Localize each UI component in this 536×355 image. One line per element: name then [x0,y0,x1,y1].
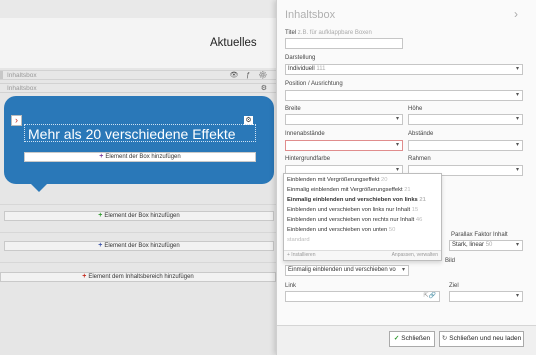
bar-label: Inhaltsbox [7,72,37,79]
panel-footer: ✓ Schließen ↻ Schließen und neu laden [277,325,536,355]
page-heading: Aktuelles [210,37,257,49]
check-icon: ✓ [393,335,400,342]
plus-icon: + [98,212,103,219]
parallax-select[interactable]: Stark, linear 50 ▾ [449,240,523,251]
chevron-down-icon: ▾ [515,167,519,173]
close-reload-button[interactable]: ↻ Schließen und neu laden [439,331,524,347]
panel-title: Inhaltsbox [285,9,336,21]
list-item[interactable]: Einmalig einblenden mit Vergrößerungseff… [287,187,411,193]
hintergrundfarbe-label: Hintergrundfarbe [285,156,331,162]
bar-action-icons[interactable]: 👁 ƒ ⚙ [229,71,270,79]
chevron-down-icon: ▾ [395,116,399,122]
add-box-element-button[interactable]: + Element der Box hinzufügen [4,241,274,251]
chevron-down-icon: ▾ [515,293,519,299]
add-content-element-button[interactable]: + Element dem Inhaltsbereich hinzufügen [0,272,276,282]
hoehe-select[interactable]: ▾ [408,114,523,125]
plus-icon: + [82,273,87,280]
abstaende-label: Abstände [408,131,434,137]
adjust-link[interactable]: Anpassen, verwalten [392,251,438,260]
position-label: Position / Ausrichtung [285,81,343,87]
abstaende-select[interactable]: ▾ [408,140,523,151]
bar-marker [0,71,3,79]
divider [0,262,276,263]
rahmen-label: Rahmen [408,156,431,162]
parallax-label: Parallax Faktor Inhalt [451,232,508,238]
hoehe-label: Höhe [408,106,423,112]
divider [0,204,276,205]
add-box-element-button[interactable]: + Element der Box hinzufügen [4,211,274,221]
chevron-down-icon: ▾ [515,242,519,248]
list-item[interactable]: Einblenden mit Vergrößerungseffekt 20 [287,177,387,183]
close-button[interactable]: ✓ Schließen [389,331,435,347]
content-box-arrow [30,183,48,192]
chevron-right-icon[interactable]: › [11,115,22,126]
darstellung-select[interactable]: Individuell 111 ▾ [285,64,523,75]
contentbox-bar-inner[interactable]: Inhaltsbox ⚙ [0,83,276,93]
innenabstaende-select[interactable]: ▾ [285,140,403,151]
box-title-text[interactable]: Mehr als 20 verschiedene Effekte [24,124,256,142]
breite-label: Breite [285,106,301,112]
bild-label: Bild [445,258,456,264]
dropdown-footer: + Installieren Anpassen, verwalten [284,250,441,260]
ziel-select[interactable]: ▾ [449,291,523,302]
divider [0,232,276,233]
plus-icon: + [99,153,104,160]
install-link[interactable]: + Installieren [287,251,316,260]
link-label: Link [285,283,297,289]
position-select[interactable]: ▾ [285,90,523,101]
innenabstaende-label: Innenabstände [285,131,325,137]
ziel-label: Ziel [449,283,459,289]
list-item[interactable]: Einblenden und verschieben von links nur… [287,207,418,213]
chevron-right-icon[interactable]: › [514,7,518,21]
darstellung-label: Darstellung [285,55,316,61]
reload-icon: ↻ [441,335,448,342]
title-input[interactable] [285,38,403,49]
chevron-down-icon: ▾ [515,92,519,98]
chevron-down-icon: ▾ [395,142,399,148]
list-item[interactable]: Einblenden und verschieben von rechts nu… [287,217,422,223]
contentbox-bar[interactable]: Inhaltsbox 👁 ƒ ⚙ [0,70,276,80]
chevron-down-icon: ▾ [515,66,519,72]
chevron-down-icon: ▾ [515,116,519,122]
link-input[interactable]: ⇱🔗 [285,291,440,302]
effect-dropdown-list[interactable]: Einblenden mit Vergrößerungseffekt 20 Ei… [283,173,442,261]
breite-select[interactable]: ▾ [285,114,403,125]
chevron-down-icon: ▾ [401,267,405,273]
list-item[interactable]: standard [287,237,310,243]
title-label: Titel z.B. für aufklappbare Boxen [285,30,372,36]
link-icon[interactable]: ⇱🔗 [424,292,437,301]
effect-select[interactable]: Einmalig einblenden und verschieben vo ▾ [285,265,409,276]
plus-icon: + [98,242,103,249]
chevron-down-icon: ▾ [515,142,519,148]
settings-icon[interactable]: ⚙ [261,84,270,92]
bar-label: Inhaltsbox [7,85,37,92]
list-item[interactable]: Einblenden und verschieben von unten 50 [287,227,395,233]
add-box-element-button[interactable]: + Element der Box hinzufügen [24,152,256,162]
list-item-selected[interactable]: Einmalig einblenden und verschieben von … [287,197,426,203]
